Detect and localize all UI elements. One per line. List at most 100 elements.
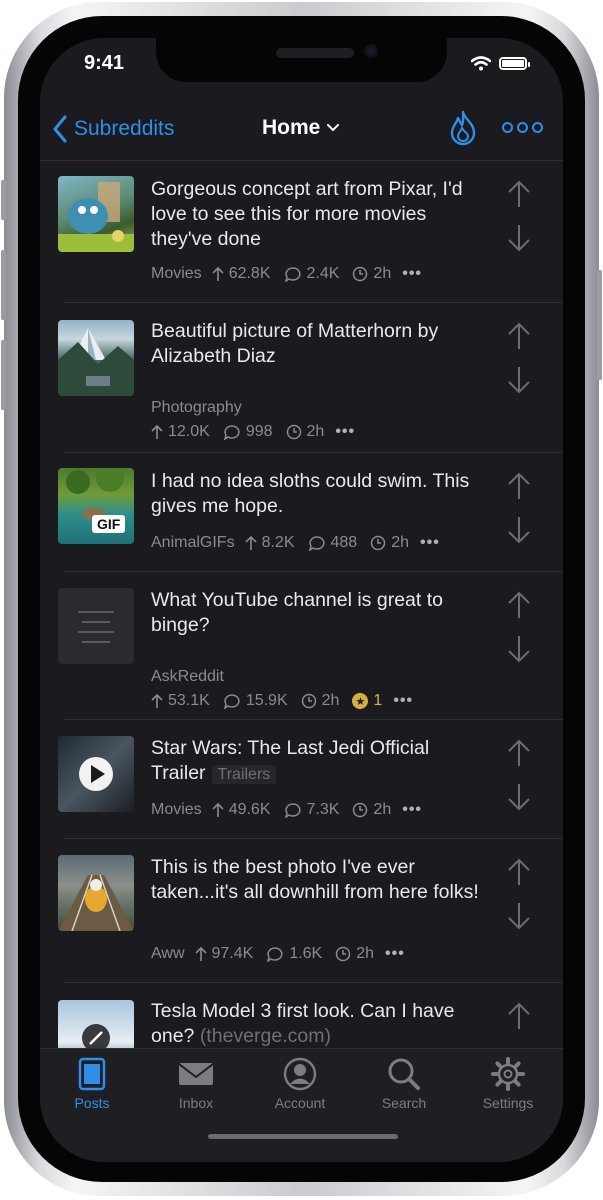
post-more-button[interactable]: ••• xyxy=(402,265,422,283)
subreddit-link[interactable]: AnimalGIFs xyxy=(151,534,235,552)
clock-icon xyxy=(286,424,301,440)
upvote-button[interactable] xyxy=(506,590,532,625)
comment-icon xyxy=(284,803,301,818)
upvote-small-icon xyxy=(151,693,163,708)
arrow-up-icon xyxy=(508,739,530,766)
downvote-button[interactable] xyxy=(506,901,532,936)
post-item[interactable]: This is the best photo I've ever taken..… xyxy=(40,839,563,982)
arrow-up-icon xyxy=(508,472,530,499)
tab-inbox[interactable]: Inbox xyxy=(146,1057,246,1111)
post-item[interactable]: What YouTube channel is great to binge? … xyxy=(40,572,563,719)
upvote-small-icon xyxy=(194,946,207,961)
post-title[interactable]: This is the best photo I've ever taken..… xyxy=(151,855,486,905)
upvote-button[interactable] xyxy=(506,179,532,214)
volume-down-button xyxy=(1,340,6,410)
comment-icon xyxy=(284,267,301,282)
post-title[interactable]: Gorgeous concept art from Pixar, I'd lov… xyxy=(151,177,486,252)
post-more-button[interactable]: ••• xyxy=(393,692,413,710)
clock-icon xyxy=(335,946,351,962)
home-indicator[interactable] xyxy=(208,1134,398,1139)
post-thumbnail[interactable] xyxy=(58,588,134,664)
post-meta-subreddit: Photography xyxy=(151,399,247,417)
posts-icon xyxy=(78,1057,106,1091)
subreddit-link[interactable]: Movies xyxy=(151,265,202,283)
downvote-button[interactable] xyxy=(506,365,532,400)
downvote-button[interactable] xyxy=(506,782,532,817)
post-thumbnail[interactable] xyxy=(58,736,134,812)
comment-count: 998 xyxy=(245,423,273,440)
award-icon: ★ xyxy=(352,693,369,709)
upvote-count: 8.2K xyxy=(261,534,295,551)
tab-bar: Posts Inbox Account Search Settings xyxy=(40,1048,563,1162)
feed-selector[interactable]: Home xyxy=(262,116,340,140)
tab-label: Account xyxy=(274,1095,326,1111)
ellipsis-dot xyxy=(517,122,528,133)
front-camera xyxy=(364,44,378,58)
tab-posts[interactable]: Posts xyxy=(42,1057,142,1111)
upvote-button[interactable] xyxy=(506,738,532,773)
downvote-button[interactable] xyxy=(506,223,532,258)
subreddit-link[interactable]: Movies xyxy=(151,801,202,819)
post-item[interactable]: Gorgeous concept art from Pixar, I'd lov… xyxy=(40,161,563,301)
app-screen: 9:41 Subreddits Home Gorgeous concept ar… xyxy=(40,38,563,1162)
speaker xyxy=(276,48,354,58)
post-thumbnail[interactable] xyxy=(58,855,134,931)
tab-account[interactable]: Account xyxy=(250,1057,350,1111)
subreddit-link[interactable]: Aww xyxy=(151,945,185,963)
gif-badge: GIF xyxy=(92,515,126,533)
post-more-button[interactable]: ••• xyxy=(385,945,405,963)
post-age: 2h xyxy=(321,692,340,709)
post-item[interactable]: Tesla Model 3 first look. Can I have one… xyxy=(40,983,563,1076)
post-item[interactable]: GIF I had no idea sloths could swim. Thi… xyxy=(40,453,563,571)
downvote-button[interactable] xyxy=(506,515,532,550)
tab-search[interactable]: Search xyxy=(354,1057,454,1111)
link-domain[interactable]: (theverge.com) xyxy=(200,1025,331,1047)
post-thumbnail[interactable] xyxy=(58,176,134,252)
clock-icon xyxy=(353,802,368,818)
post-meta: Movies 49.6K 7.3K 2h ••• xyxy=(151,801,422,819)
post-item[interactable]: Beautiful picture of Matterhorn by Aliza… xyxy=(40,303,563,453)
subreddit-link[interactable]: AskReddit xyxy=(151,668,224,686)
post-title-row[interactable]: Tesla Model 3 first look. Can I have one… xyxy=(151,999,486,1049)
post-item[interactable]: Star Wars: The Last Jedi Official Traile… xyxy=(40,720,563,838)
sort-button[interactable] xyxy=(446,108,480,153)
upvote-small-icon xyxy=(151,424,163,439)
arrow-up-icon xyxy=(508,591,530,618)
post-meta: Movies 62.8K 2.4K 2h ••• xyxy=(151,265,422,283)
post-more-button[interactable]: ••• xyxy=(335,423,355,441)
upvote-count: 12.0K xyxy=(168,423,210,440)
post-title[interactable]: I had no idea sloths could swim. This gi… xyxy=(151,469,486,519)
upvote-button[interactable] xyxy=(506,1001,532,1036)
post-title[interactable]: What YouTube channel is great to binge? xyxy=(151,588,486,638)
arrow-down-icon xyxy=(508,367,530,394)
post-more-button[interactable]: ••• xyxy=(420,534,440,552)
tab-label: Inbox xyxy=(178,1095,214,1111)
post-thumbnail[interactable] xyxy=(58,320,134,396)
tab-label: Search xyxy=(381,1095,427,1111)
comment-count: 15.9K xyxy=(245,692,288,709)
clock-icon xyxy=(370,535,386,551)
downvote-button[interactable] xyxy=(506,634,532,669)
inbox-icon xyxy=(178,1063,214,1085)
upvote-button[interactable] xyxy=(506,321,532,356)
post-meta: Aww 97.4K 1.6K 2h ••• xyxy=(151,945,405,963)
post-title[interactable]: Star Wars: The Last Jedi Official Traile… xyxy=(151,737,429,784)
post-thumbnail[interactable]: GIF xyxy=(58,468,134,544)
upvote-button[interactable] xyxy=(506,857,532,892)
clock-icon xyxy=(301,693,316,709)
search-icon xyxy=(388,1058,420,1090)
back-button[interactable]: Subreddits xyxy=(52,114,174,144)
upvote-small-icon xyxy=(212,266,224,281)
comment-count: 488 xyxy=(330,534,358,551)
subreddit-link[interactable]: Photography xyxy=(151,399,242,417)
tab-settings[interactable]: Settings xyxy=(458,1057,558,1111)
upvote-button[interactable] xyxy=(506,471,532,506)
arrow-up-icon xyxy=(508,322,530,349)
post-meta: 12.0K 998 2h ••• xyxy=(151,423,355,441)
post-more-button[interactable]: ••• xyxy=(402,801,422,819)
post-title-row[interactable]: Star Wars: The Last Jedi Official Traile… xyxy=(151,736,486,787)
upvote-count: 62.8K xyxy=(228,265,271,282)
dog-bridge-image xyxy=(58,874,134,931)
post-title[interactable]: Beautiful picture of Matterhorn by Aliza… xyxy=(151,319,486,369)
more-options-button[interactable] xyxy=(502,122,543,133)
